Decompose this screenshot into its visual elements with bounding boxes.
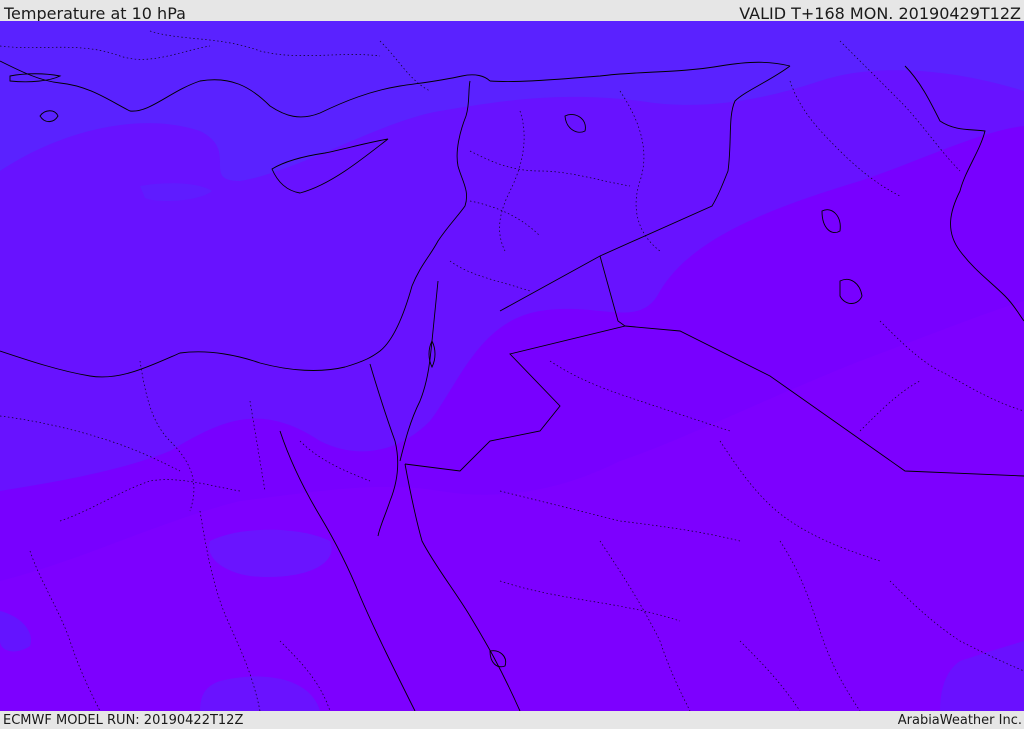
- temperature-map: [0, 21, 1024, 711]
- model-run-label: ECMWF MODEL RUN: 20190422T12Z: [3, 713, 244, 728]
- header-bar: Temperature at 10 hPa VALID T+168 MON. 2…: [0, 0, 1024, 23]
- map-page: Temperature at 10 hPa VALID T+168 MON. 2…: [0, 0, 1024, 729]
- provider-label: ArabiaWeather Inc.: [897, 713, 1022, 728]
